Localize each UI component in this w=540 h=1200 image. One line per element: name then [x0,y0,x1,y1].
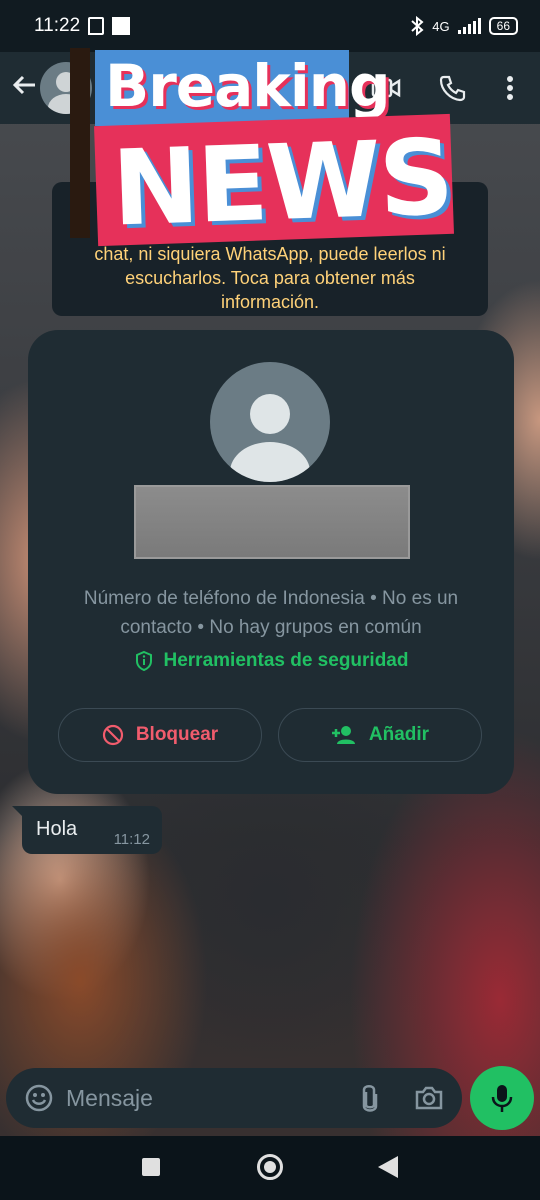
contact-profile-card: Número de teléfono de Indonesia • No es … [28,330,514,794]
status-bar: 11:22 4G 66 [0,0,540,52]
phone-icon[interactable] [432,68,472,108]
recents-icon[interactable] [142,1158,160,1176]
profile-avatar [210,362,330,482]
breaking-banner: Breaking [95,50,391,126]
contact-info-text: Número de teléfono de Indonesia • No es … [83,588,459,638]
emoji-icon[interactable] [24,1083,54,1118]
status-right: 4G 66 [410,16,518,36]
person-add-icon [331,726,355,744]
message-bubble[interactable]: Hola 11:12 [12,806,162,854]
block-label: Bloquear [135,724,219,745]
arrow-left-icon[interactable] [10,70,40,106]
message-time: 11:12 [113,831,150,848]
message-input[interactable]: Mensaje [66,1085,153,1112]
block-icon [102,724,123,746]
battery-indicator: 66 [488,17,518,35]
add-label: Añadir [368,724,430,745]
sticker-pole [70,48,90,238]
camera-icon[interactable] [414,1084,444,1117]
mic-icon [491,1085,513,1112]
security-label: Herramientas de seguridad [163,650,409,671]
more-vert-icon[interactable] [490,68,530,108]
twitch-icon [88,17,105,35]
signal-icon [457,18,481,34]
news-banner: NEWS [94,113,454,250]
mic-button[interactable] [470,1066,534,1130]
notice-text: chat, ni siquiera WhatsApp, puede leerlo… [94,244,446,312]
add-contact-button[interactable]: Añadir [278,708,482,762]
shield-icon [135,650,152,672]
status-time: 11:22 [34,15,81,36]
network-label: 4G [432,18,450,34]
message-composer[interactable]: Mensaje [6,1068,462,1128]
block-button[interactable]: Bloquear [58,708,262,762]
message-text: Hola [36,818,78,840]
redacted-name [134,485,410,559]
system-nav-bar [0,1136,540,1200]
breaking-label: Breaking [105,52,391,120]
attach-icon[interactable] [358,1082,382,1119]
notification-icon [112,17,131,35]
news-label: NEWS [110,115,454,250]
bluetooth-icon [411,16,424,36]
home-icon[interactable] [257,1154,283,1180]
back-nav-icon[interactable] [378,1156,398,1178]
security-tools-link[interactable]: Herramientas de seguridad [28,650,514,672]
